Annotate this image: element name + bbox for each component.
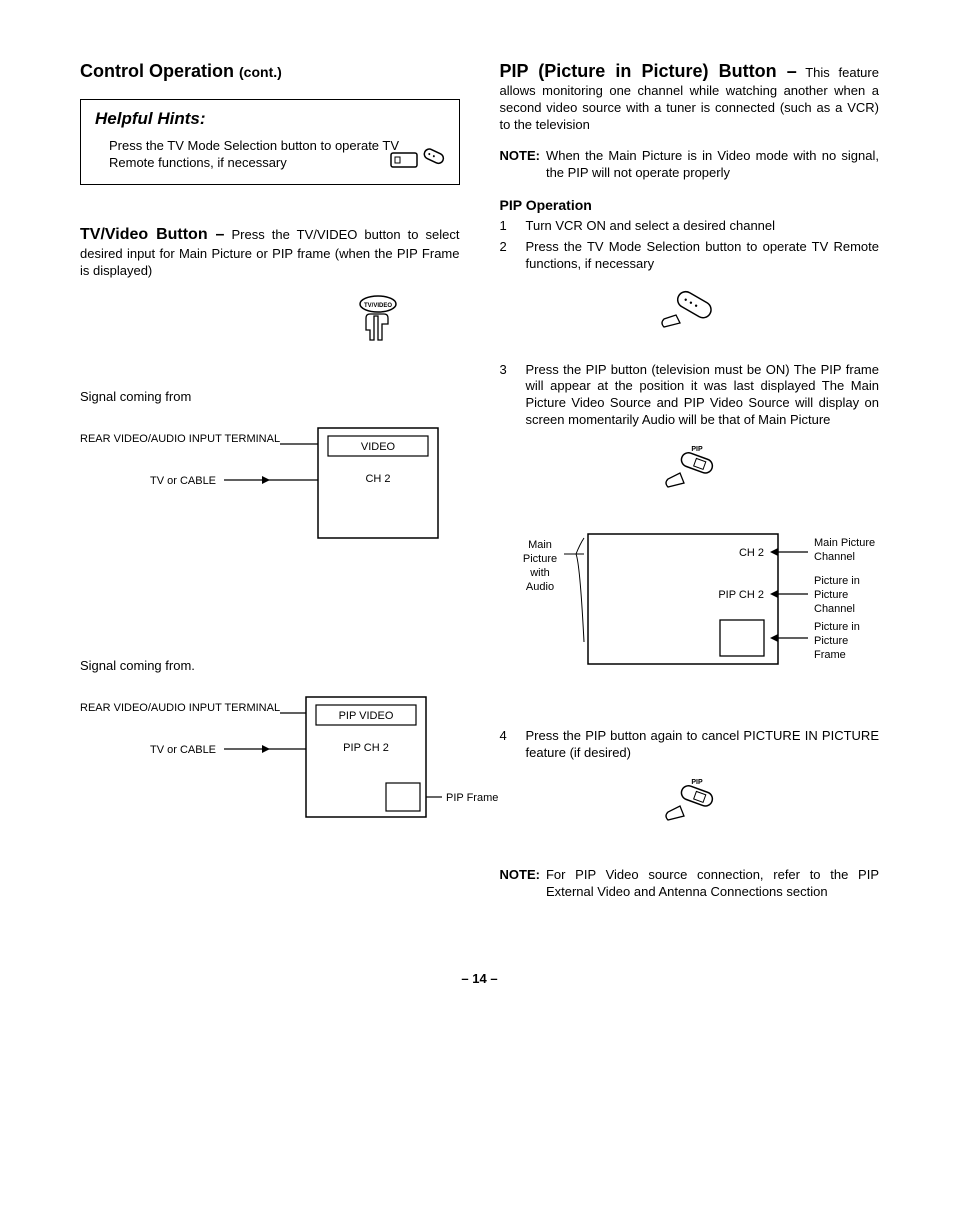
- svg-text:PIP VIDEO: PIP VIDEO: [339, 710, 394, 722]
- svg-text:Picture: Picture: [814, 635, 848, 647]
- note-1: NOTE: When the Main Picture is in Video …: [500, 148, 880, 182]
- svg-text:PIP: PIP: [692, 446, 704, 453]
- svg-text:TV or CABLE: TV or CABLE: [150, 475, 216, 487]
- svg-text:CH 2: CH 2: [738, 547, 763, 559]
- step-2: 2Press the TV Mode Selection button to o…: [500, 239, 880, 273]
- pip-steps: 1Turn VCR ON and select a desired channe…: [500, 218, 880, 273]
- pip-paragraph: PIP (Picture in Picture) Button – This f…: [500, 60, 880, 134]
- step-1: 1Turn VCR ON and select a desired channe…: [500, 218, 880, 235]
- section-title-main: Control Operation: [80, 61, 234, 81]
- step-3: 3Press the PIP button (television must b…: [500, 362, 880, 430]
- diagram-2: REAR VIDEO/AUDIO INPUT TERMINAL TV or CA…: [80, 693, 460, 847]
- diagram-1: REAR VIDEO/AUDIO INPUT TERMINAL TV or CA…: [80, 424, 460, 558]
- remote-icon: [389, 145, 445, 176]
- helpful-hints-title: Helpful Hints:: [95, 108, 445, 130]
- svg-text:PIP Frame: PIP Frame: [446, 792, 498, 804]
- svg-text:PIP CH 2: PIP CH 2: [343, 742, 389, 754]
- diagram-3: Main Picture with Audio CH 2 PIP CH 2 Ma…: [500, 524, 880, 688]
- pip-button-icon-1: PIP: [500, 443, 880, 504]
- note-2: NOTE: For PIP Video source connection, r…: [500, 867, 880, 901]
- svg-text:VIDEO: VIDEO: [361, 441, 396, 453]
- step-4: 4Press the PIP button again to cancel PI…: [500, 728, 880, 762]
- pip-operation-heading: PIP Operation: [500, 196, 880, 214]
- signal-label-1: Signal coming from: [80, 389, 460, 406]
- svg-text:CH 2: CH 2: [365, 473, 390, 485]
- svg-text:REAR VIDEO/AUDIO INPUT TERMINA: REAR VIDEO/AUDIO INPUT TERMINAL: [80, 702, 280, 714]
- svg-text:Main Picture: Main Picture: [814, 537, 875, 549]
- signal-label-2: Signal coming from.: [80, 658, 460, 675]
- section-title-cont: (cont.): [239, 64, 282, 80]
- svg-text:REAR VIDEO/AUDIO INPUT TERMINA: REAR VIDEO/AUDIO INPUT TERMINAL: [80, 433, 280, 445]
- pip-steps-cont: 3Press the PIP button (television must b…: [500, 362, 880, 430]
- pip-button-icon-2: PIP: [500, 776, 880, 837]
- note-2-label: NOTE:: [500, 867, 540, 901]
- svg-text:with: with: [529, 567, 550, 579]
- tvvideo-label: TV/VIDEO: [363, 303, 391, 309]
- svg-text:TV or CABLE: TV or CABLE: [150, 744, 216, 756]
- page-number: – 14 –: [80, 971, 879, 988]
- svg-text:PIP: PIP: [692, 779, 704, 786]
- tvvideo-paragraph: TV/Video Button – Press the TV/VIDEO but…: [80, 225, 460, 280]
- helpful-hints-box: Helpful Hints: Press the TV Mode Selecti…: [80, 99, 460, 185]
- svg-text:Channel: Channel: [814, 603, 855, 615]
- svg-text:Picture in: Picture in: [814, 575, 860, 587]
- section-title: Control Operation (cont.): [80, 60, 460, 83]
- svg-text:Frame: Frame: [814, 649, 846, 661]
- remote-hand-icon: [500, 287, 880, 342]
- svg-text:Main: Main: [528, 539, 552, 551]
- svg-text:PIP CH 2: PIP CH 2: [718, 589, 764, 601]
- note-1-label: NOTE:: [500, 148, 540, 182]
- svg-text:Picture: Picture: [522, 553, 556, 565]
- note-2-body: For PIP Video source connection, refer t…: [546, 867, 879, 901]
- pip-runin: PIP (Picture in Picture) Button –: [500, 61, 797, 81]
- svg-text:Audio: Audio: [525, 581, 553, 593]
- pip-steps-cont2: 4Press the PIP button again to cancel PI…: [500, 728, 880, 762]
- svg-text:Picture in: Picture in: [814, 621, 860, 633]
- svg-text:Channel: Channel: [814, 551, 855, 563]
- svg-text:Picture: Picture: [814, 589, 848, 601]
- tvvideo-button-icon: TV/VIDEO: [80, 294, 460, 355]
- note-1-body: When the Main Picture is in Video mode w…: [546, 148, 879, 182]
- tvvideo-runin: TV/Video Button –: [80, 226, 224, 243]
